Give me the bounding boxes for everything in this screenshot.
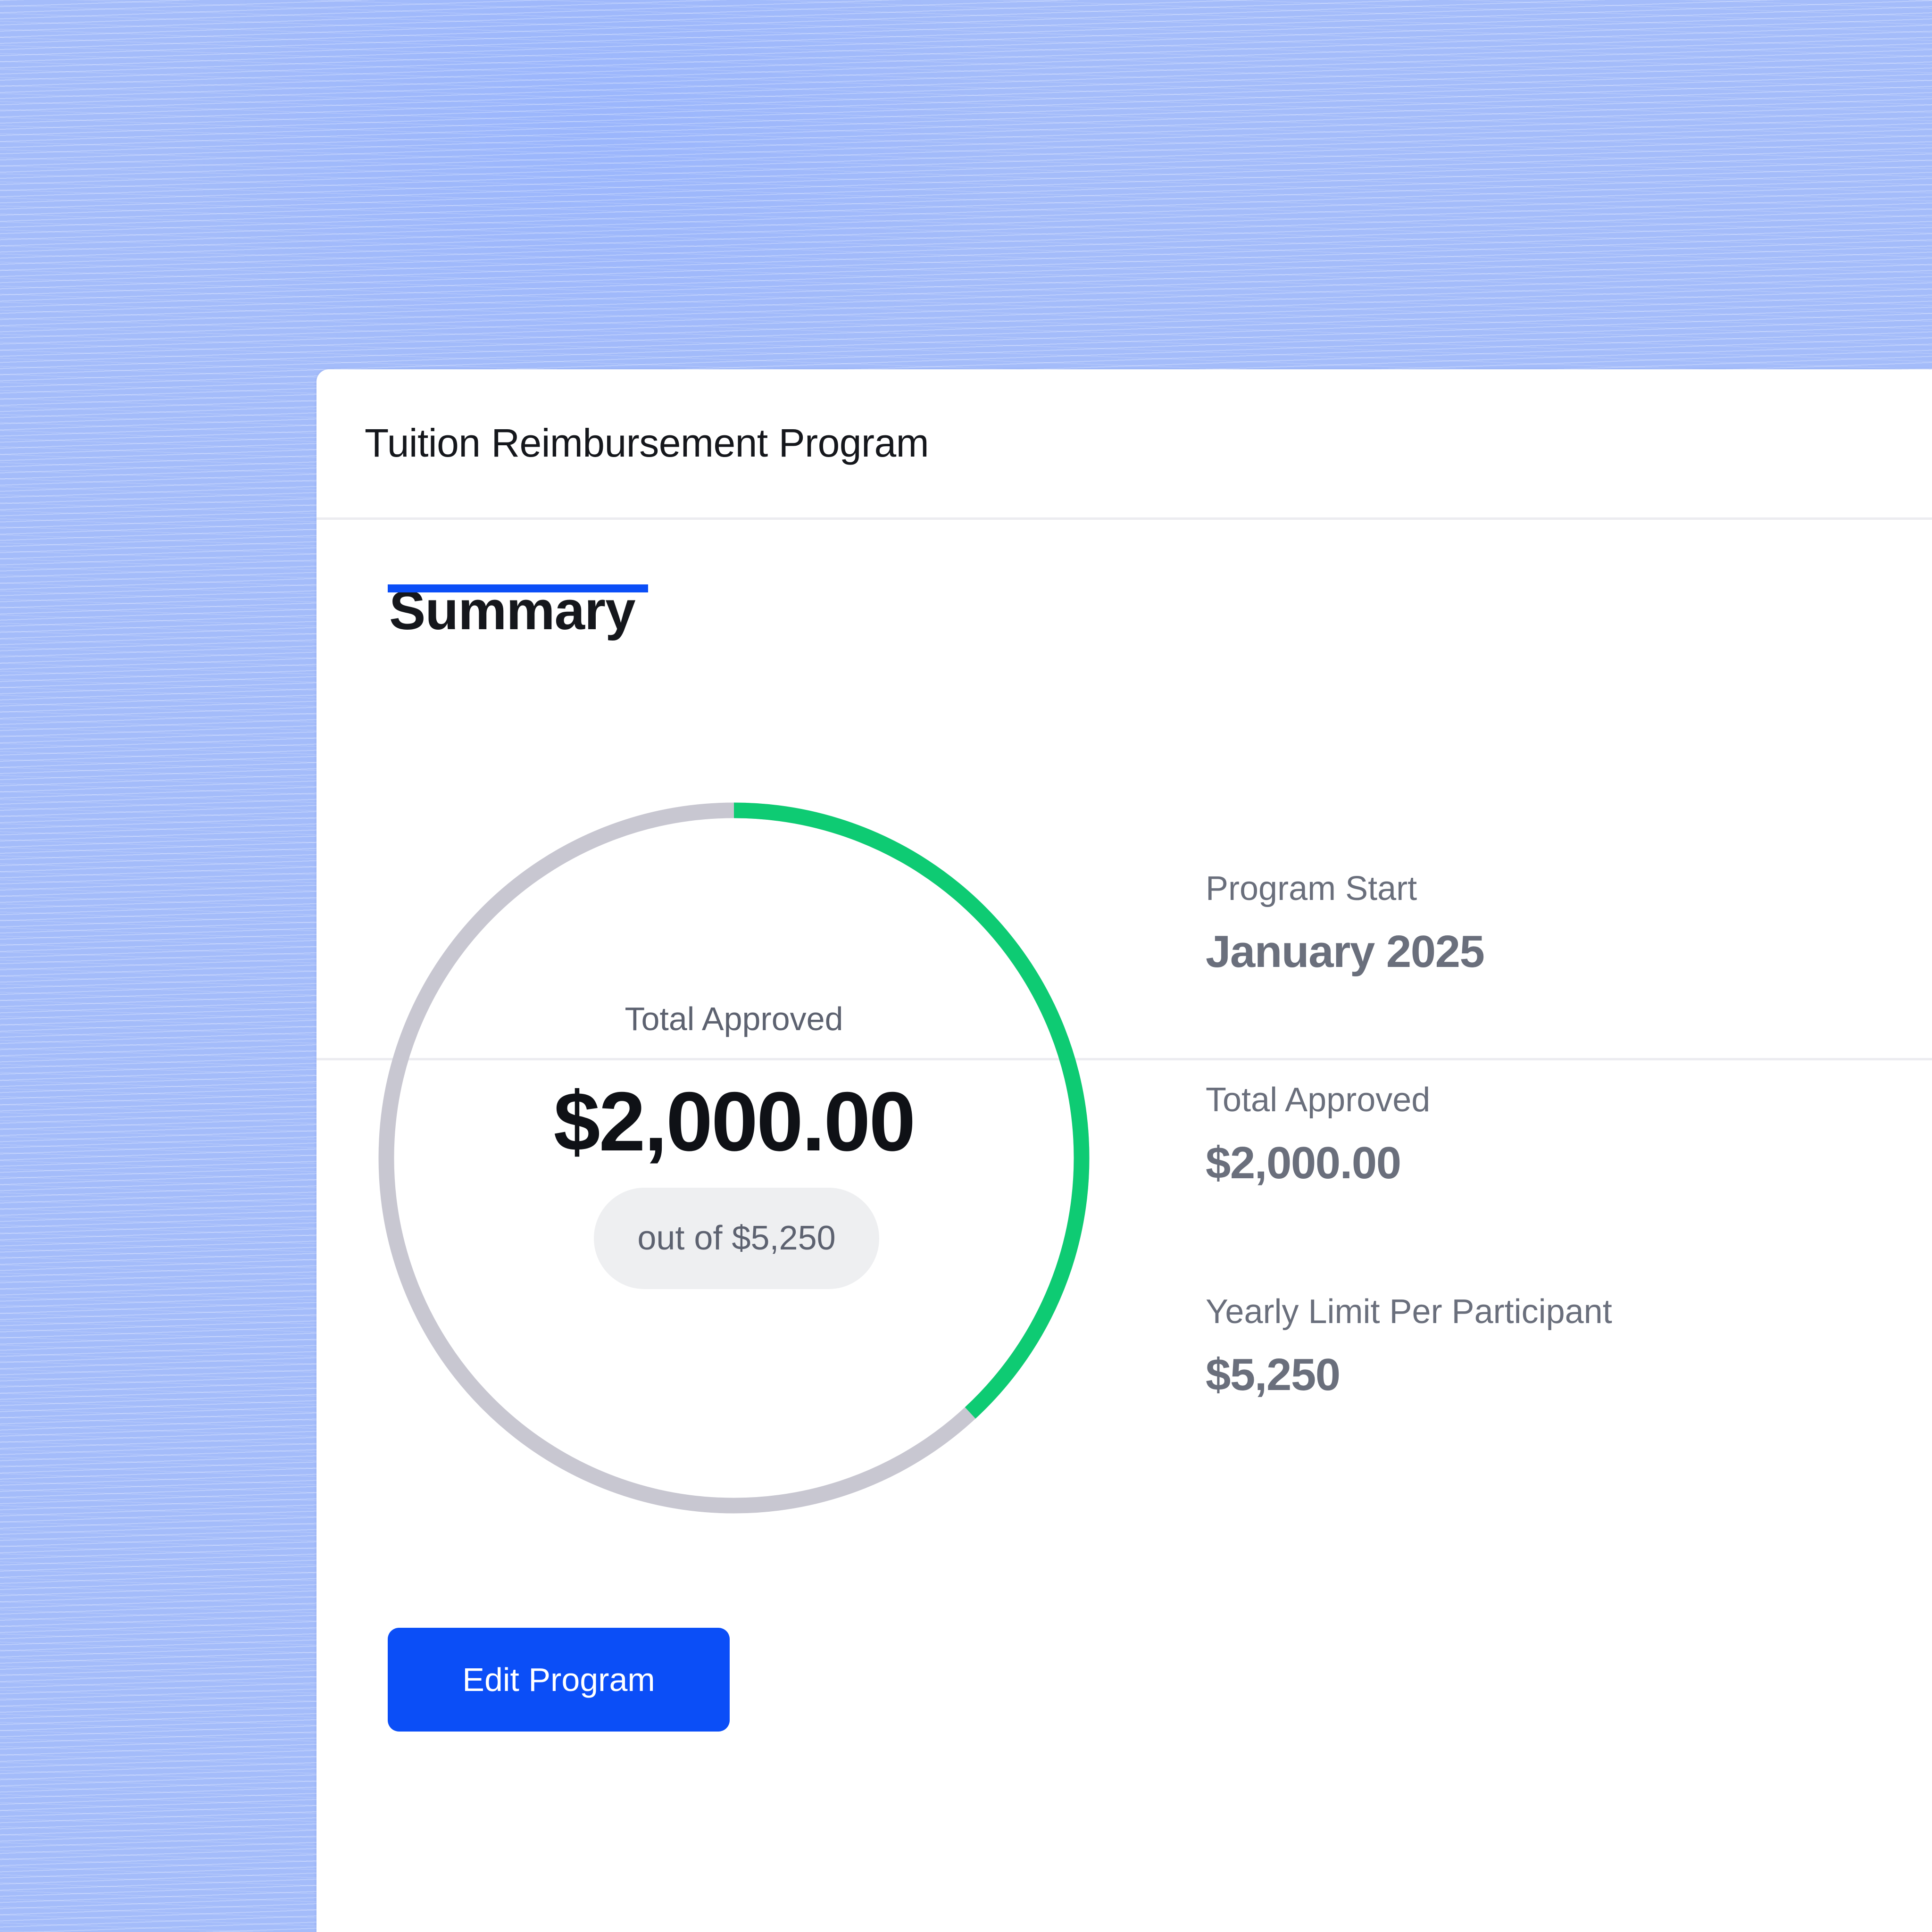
tab-summary-active-indicator xyxy=(388,584,648,592)
edit-program-button-label: Edit Program xyxy=(462,1661,655,1698)
edit-program-button[interactable]: Edit Program xyxy=(388,1628,730,1732)
detail-value: January 2025 xyxy=(1206,926,1485,977)
gauge-amount: $2,000.00 xyxy=(553,1074,916,1168)
program-title: Tuition Reimbursement Program xyxy=(365,421,929,465)
approved-progress-gauge: Total Approved $2,000.00 out of $5,250 xyxy=(378,802,1090,1514)
detail-value: $2,000.00 xyxy=(1206,1138,1401,1188)
gauge-label: Total Approved xyxy=(625,1000,843,1037)
detail-label: Program Start xyxy=(1206,870,1417,908)
limit-pill-text: out of $5,250 xyxy=(637,1219,836,1257)
program-card: Tuition Reimbursement Program Summary To… xyxy=(316,369,1932,1932)
card-header: Tuition Reimbursement Program xyxy=(316,369,1932,520)
detail-label: Total Approved xyxy=(1206,1081,1431,1119)
detail-value: $5,250 xyxy=(1206,1349,1341,1400)
detail-yearly-limit: Yearly Limit Per Participant $5,250 xyxy=(1206,1292,1819,1415)
detail-label: Yearly Limit Per Participant xyxy=(1206,1293,1612,1331)
detail-total-approved: Total Approved $2,000.00 xyxy=(1206,1081,1819,1203)
limit-pill: out of $5,250 xyxy=(594,1188,879,1289)
detail-program-start: Program Start January 2025 xyxy=(1206,869,1819,992)
